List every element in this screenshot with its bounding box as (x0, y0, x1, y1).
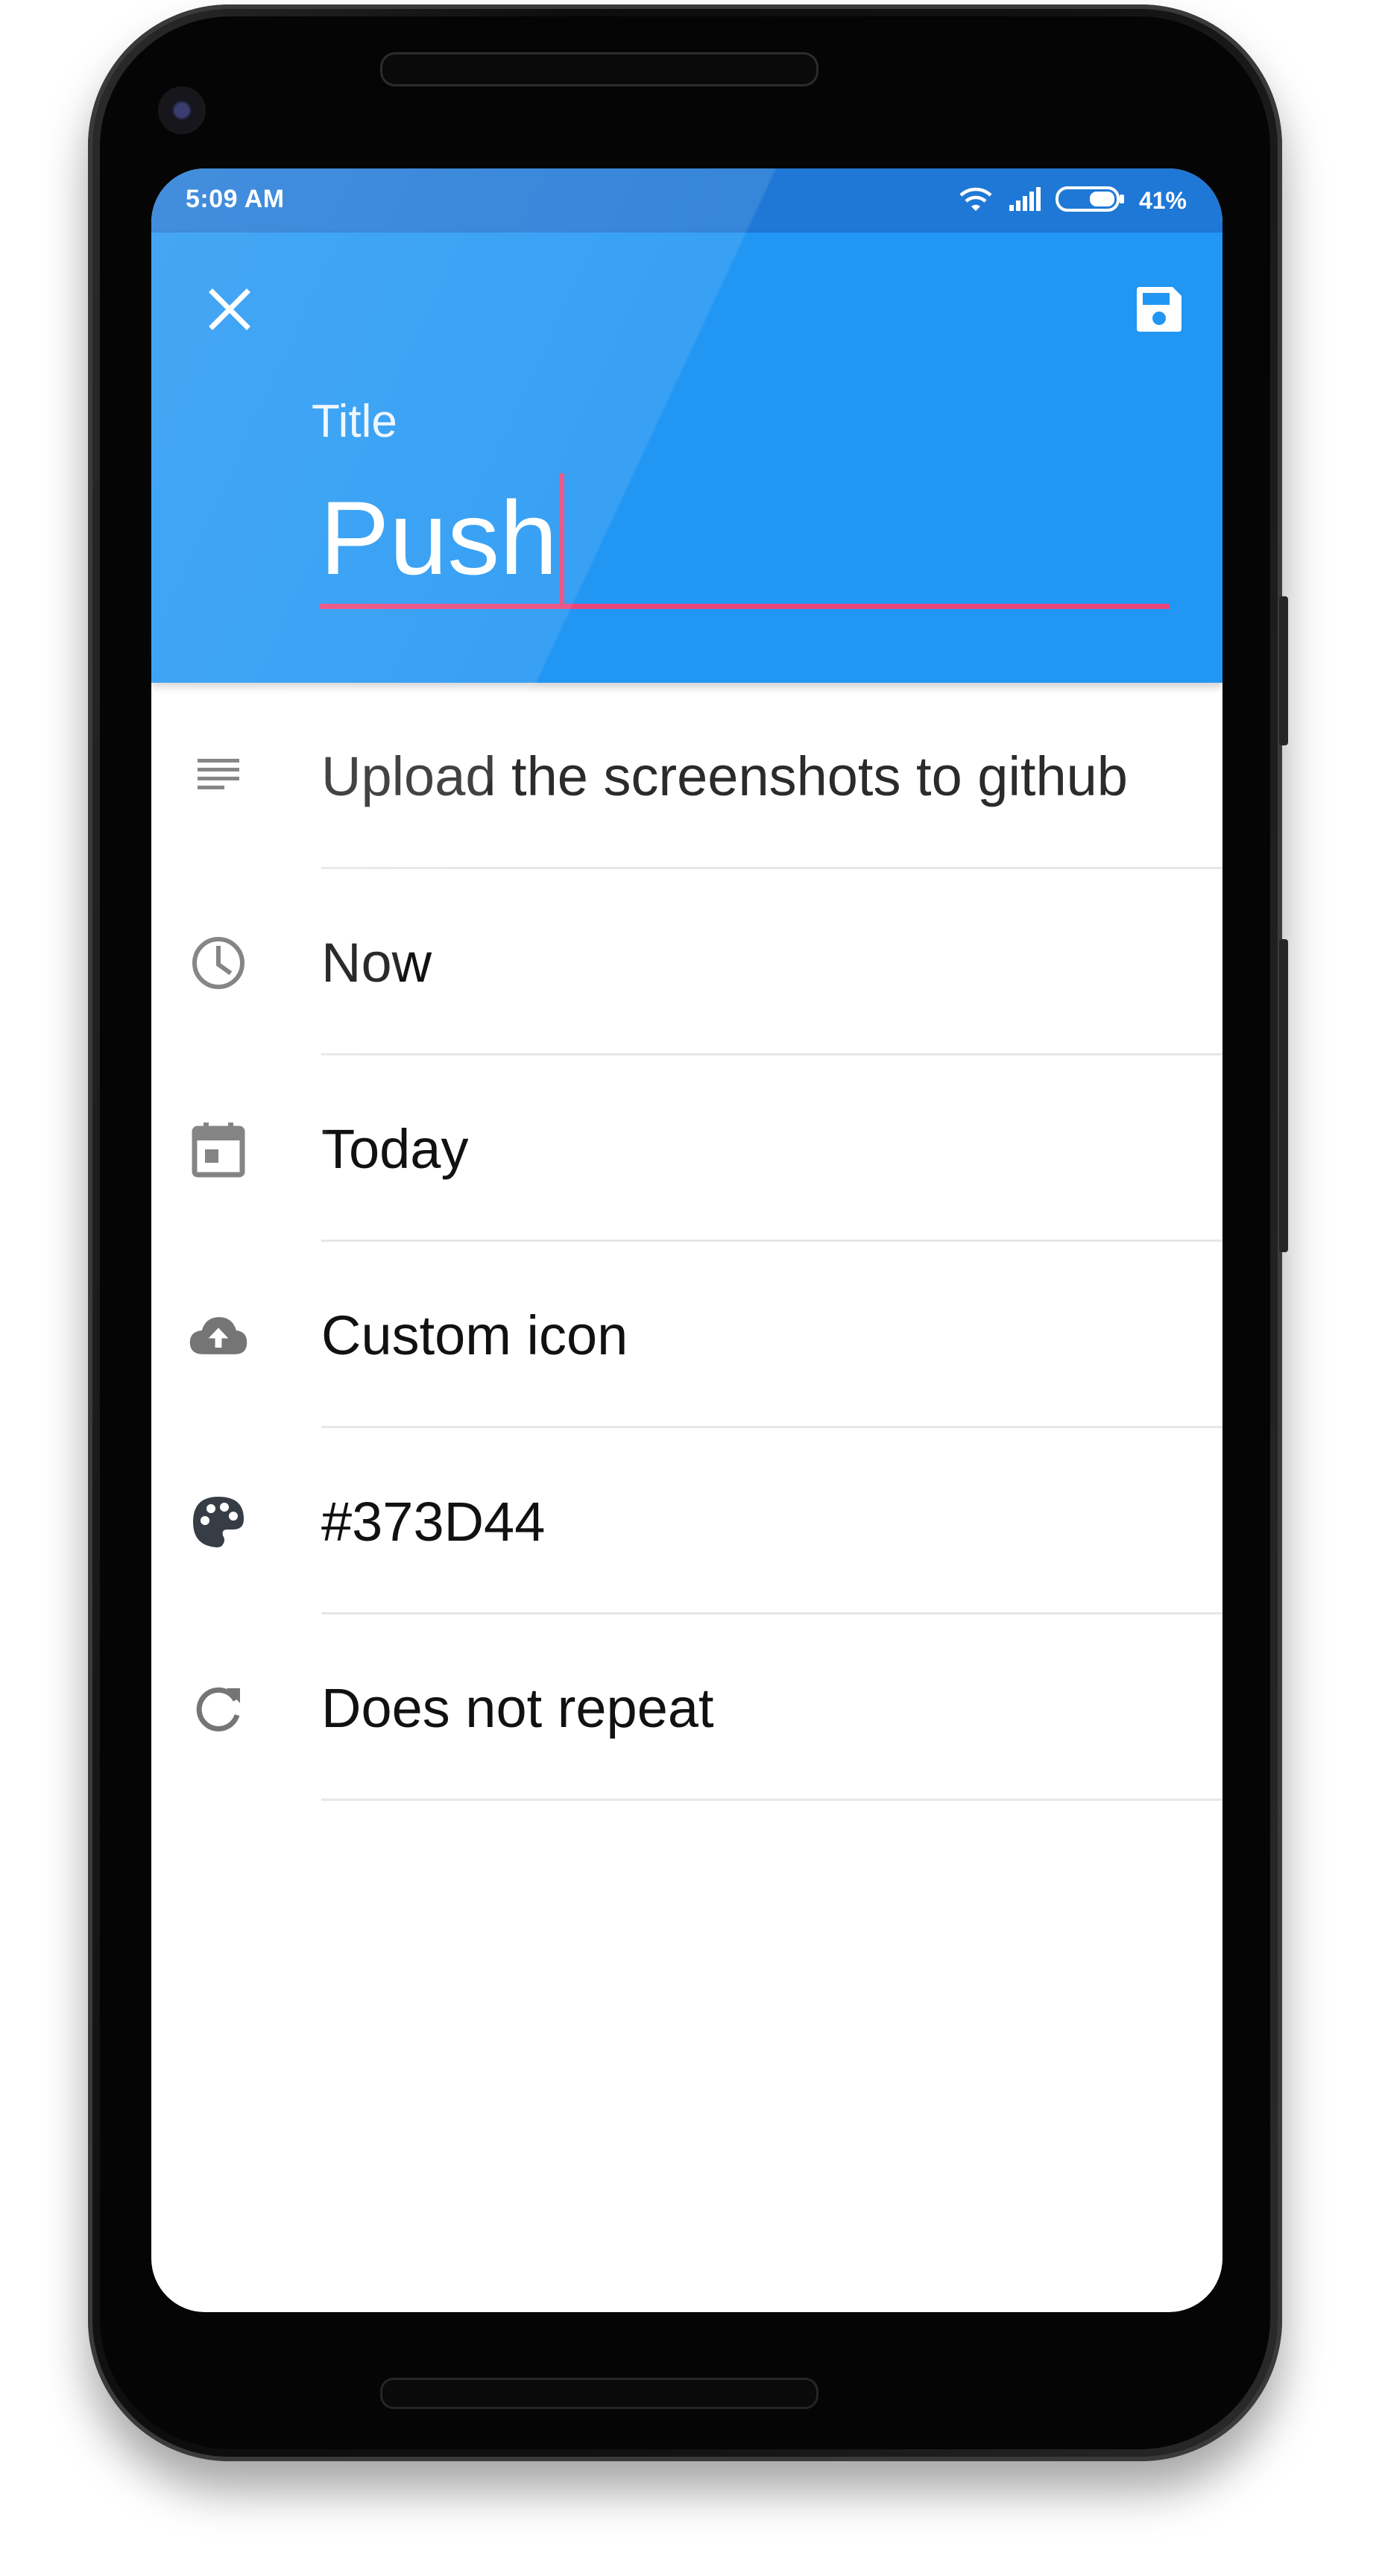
clock-icon (189, 933, 248, 993)
app-bar: Title Push (151, 233, 1222, 683)
repeat-row[interactable]: Does not repeat (151, 1614, 1222, 1801)
volume-button (1279, 939, 1288, 1252)
text-cursor (559, 473, 565, 604)
palette-icon (189, 1492, 248, 1552)
bottom-speaker (380, 2378, 818, 2409)
signal-icon (1008, 186, 1042, 216)
notes-icon (189, 747, 248, 806)
device-mockup: 5:09 AM 41% Title Push Upload the screen… (0, 0, 1385, 2576)
status-indicators: 41% (957, 182, 1187, 219)
cloud-upload-icon (189, 1306, 248, 1366)
title-input-underline (320, 604, 1170, 609)
battery-icon (1055, 185, 1126, 217)
title-field-label: Title (312, 396, 397, 447)
status-time: 5:09 AM (186, 185, 285, 213)
wifi-icon (957, 184, 994, 218)
title-input[interactable]: Push (320, 473, 1170, 604)
save-icon (1134, 284, 1184, 338)
date-row[interactable]: Today (151, 1055, 1222, 1242)
battery-percent: 41% (1138, 186, 1187, 214)
color-text: #373D44 (321, 1490, 546, 1553)
task-fields-list: Upload the screenshots to github Now Tod… (151, 683, 1222, 1801)
description-row[interactable]: Upload the screenshots to github (151, 683, 1222, 869)
power-button (1279, 596, 1288, 745)
time-row[interactable]: Now (151, 869, 1222, 1055)
save-button[interactable] (1126, 277, 1193, 344)
app-screen: 5:09 AM 41% Title Push Upload the screen… (151, 168, 1222, 2312)
repeat-icon (189, 1679, 248, 1738)
row-divider (321, 1799, 1222, 1801)
custom-icon-text: Custom icon (321, 1304, 628, 1366)
title-input-value: Push (320, 479, 558, 596)
earpiece-speaker (380, 52, 818, 86)
icon-row[interactable]: Custom icon (151, 1242, 1222, 1428)
time-text: Now (321, 931, 432, 994)
status-bar: 5:09 AM 41% (151, 168, 1222, 233)
calendar-icon (189, 1120, 248, 1179)
front-camera (158, 86, 206, 134)
repeat-text: Does not repeat (321, 1676, 714, 1739)
close-button[interactable] (196, 277, 263, 344)
close-icon (208, 288, 251, 335)
color-row[interactable]: #373D44 (151, 1428, 1222, 1614)
description-text: Upload the screenshots to github (321, 745, 1128, 807)
date-text: Today (321, 1117, 469, 1180)
